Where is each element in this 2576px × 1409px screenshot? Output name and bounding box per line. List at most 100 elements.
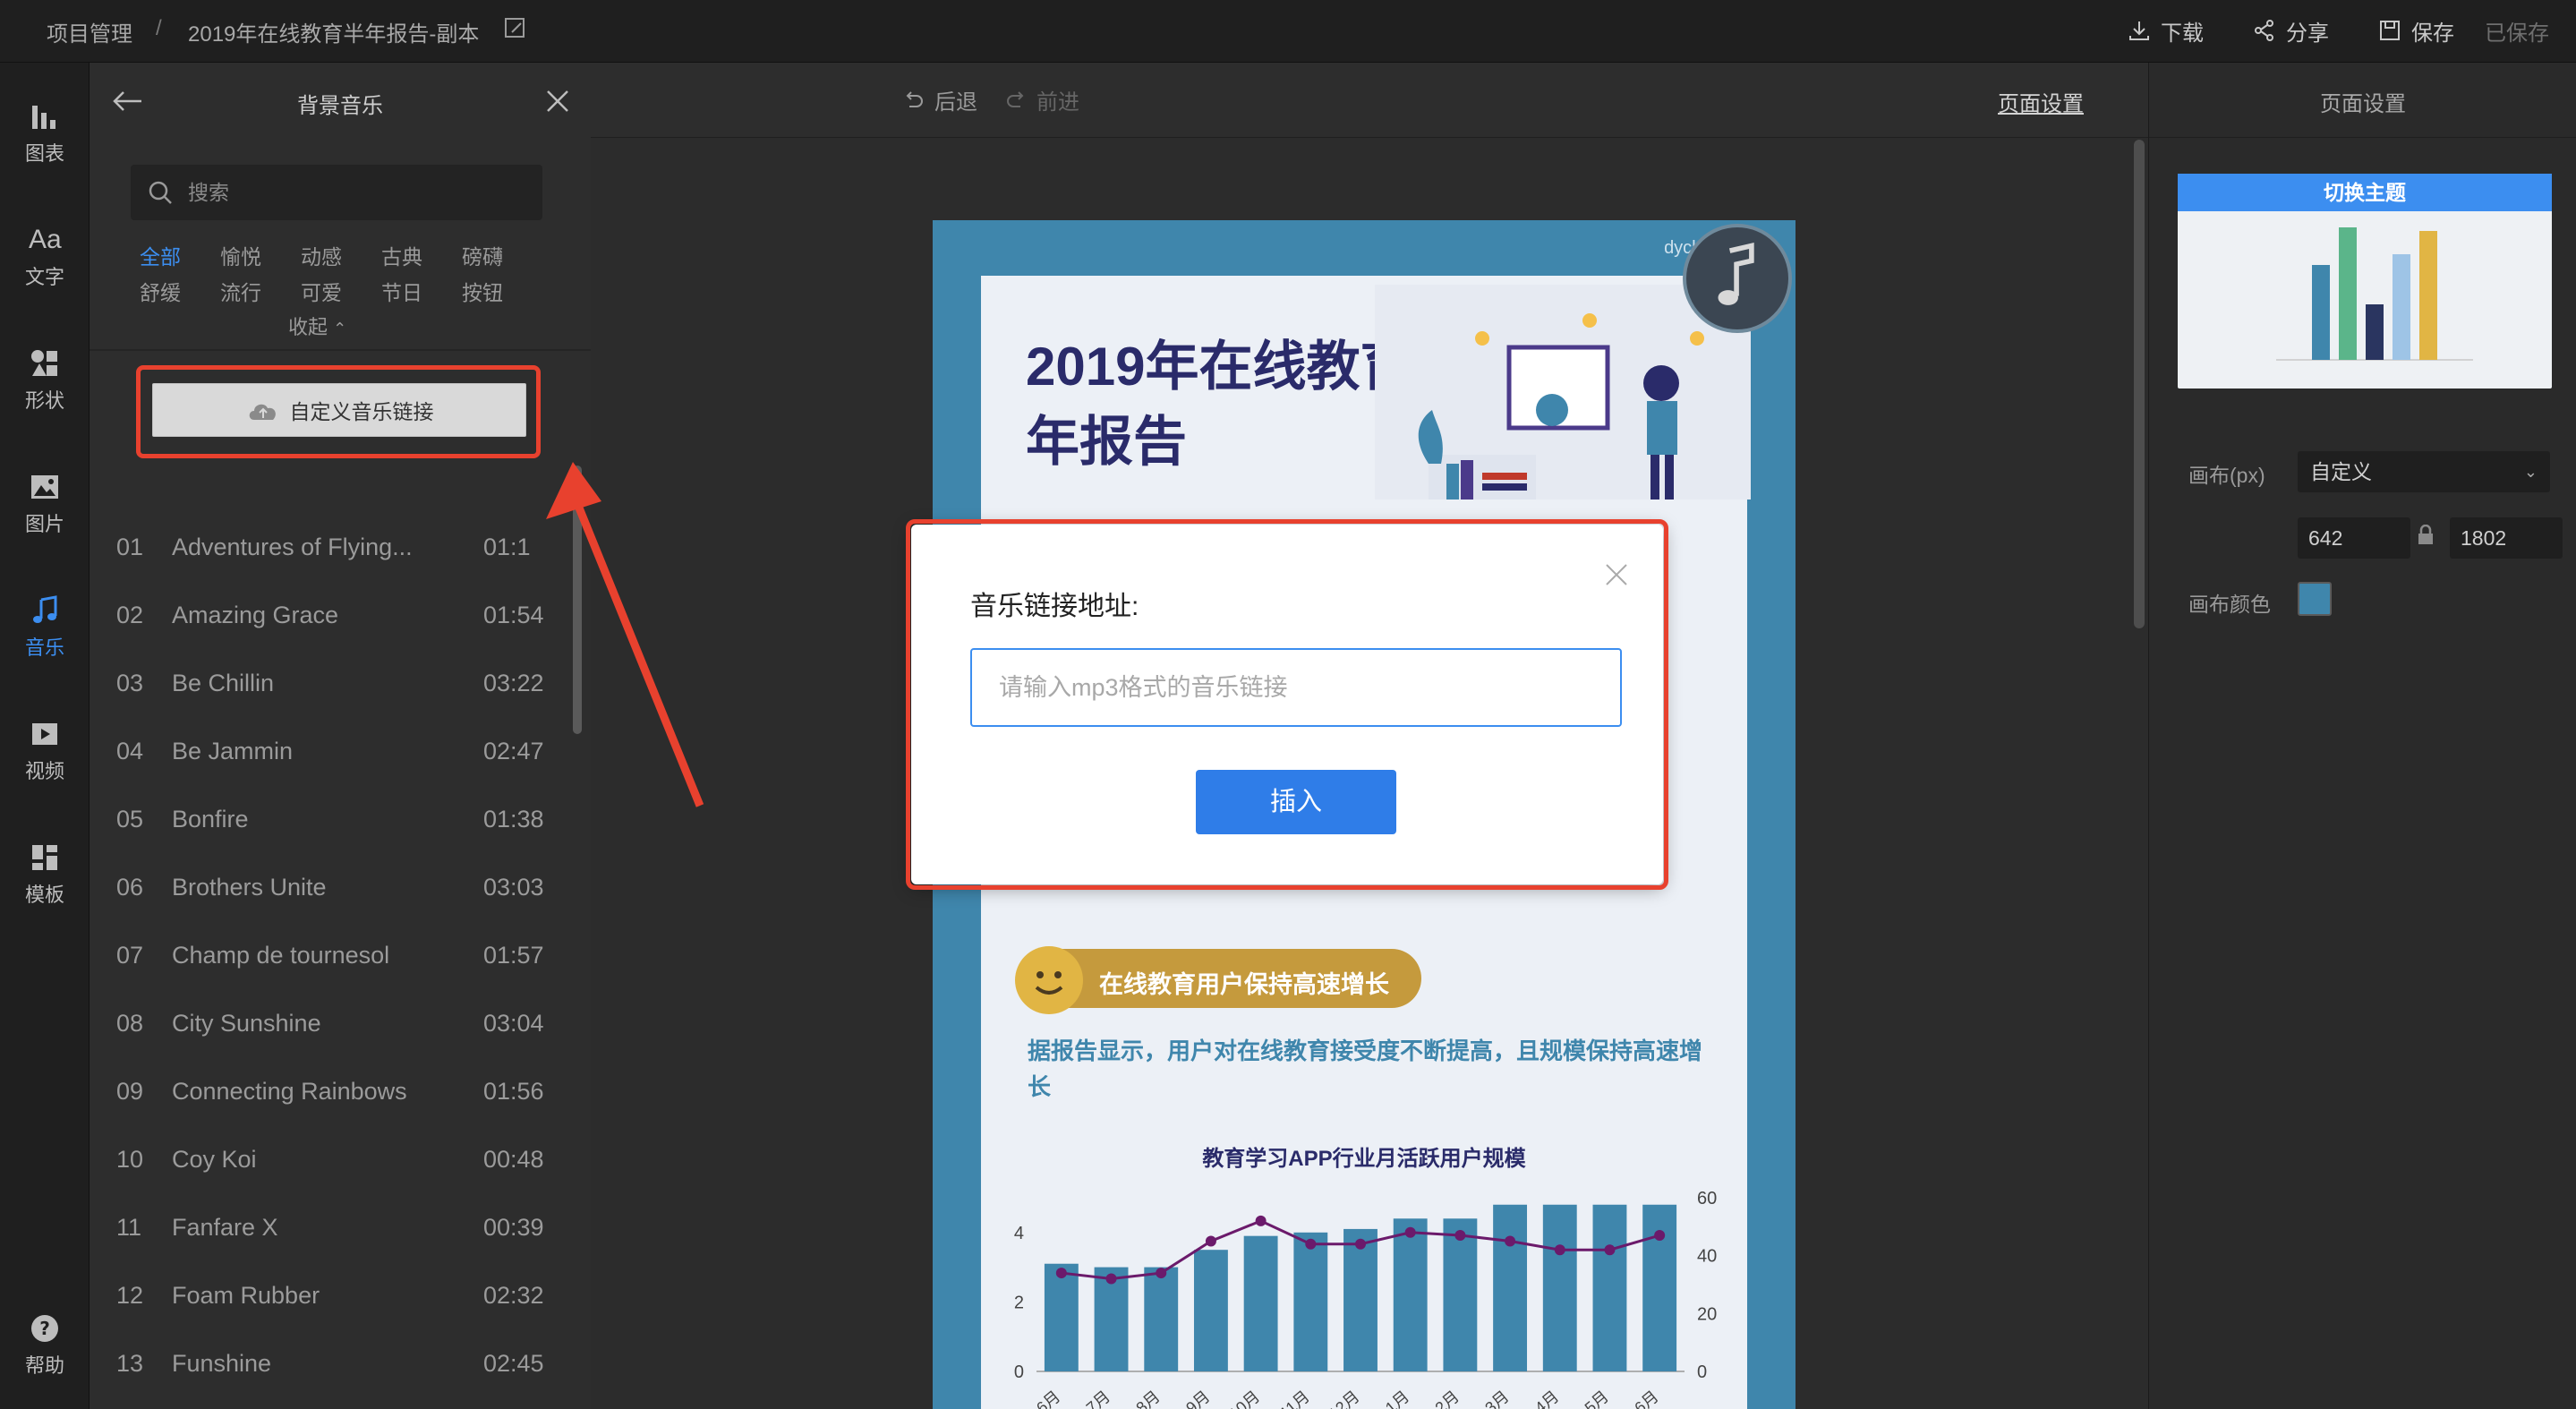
canvas-height-input[interactable]: 1802 xyxy=(2450,517,2563,559)
rail-text[interactable]: Aa 文字 xyxy=(0,224,90,322)
track-num: 13 xyxy=(116,1350,144,1377)
shapes-icon xyxy=(31,350,57,376)
collapse-toggle[interactable]: 收起 ⌃ xyxy=(288,312,346,340)
track-row[interactable]: 02 Amazing Grace 01:54 xyxy=(90,582,591,650)
chart-point xyxy=(1105,1273,1117,1285)
x-tick-label: 4月 xyxy=(1531,1388,1562,1409)
category-classical[interactable]: 古典 xyxy=(381,240,422,270)
track-name: City Sunshine xyxy=(172,1010,321,1037)
x-tick-label: 6月 xyxy=(1631,1388,1661,1409)
undo-button[interactable]: 后退 xyxy=(902,84,977,115)
canvas-scrollbar[interactable] xyxy=(2134,140,2145,628)
music-disc-icon[interactable] xyxy=(1683,224,1792,333)
x-tick-label: 8月 xyxy=(1132,1388,1163,1409)
category-button[interactable]: 按钮 xyxy=(462,276,503,306)
track-name: Be Jammin xyxy=(172,738,294,764)
lock-icon[interactable] xyxy=(2416,525,2435,546)
rail-music[interactable]: 音乐 xyxy=(0,594,90,693)
track-num: 07 xyxy=(116,942,144,969)
share-button[interactable]: 分享 xyxy=(2252,14,2329,47)
edit-icon[interactable] xyxy=(503,16,528,41)
category-joyful[interactable]: 愉悦 xyxy=(220,240,261,270)
panel-scrollbar[interactable] xyxy=(573,465,582,734)
chevron-up-icon: ⌃ xyxy=(333,320,347,337)
rail-image[interactable]: 图片 xyxy=(0,471,90,569)
top-bar: 项目管理 / 2019年在线教育半年报告-副本 下载 分享 保存 已保存 xyxy=(0,0,2576,63)
download-button[interactable]: 下载 xyxy=(2127,14,2204,47)
rail-chart-label: 图表 xyxy=(24,142,64,165)
y-right-tick-label: 20 xyxy=(1697,1304,1717,1324)
breadcrumb-root[interactable]: 项目管理 xyxy=(47,16,132,47)
track-row[interactable]: 11 Fanfare X 00:39 xyxy=(90,1194,591,1262)
canvas-color-swatch[interactable] xyxy=(2298,582,2332,616)
saved-label: 已保存 xyxy=(2485,21,2549,46)
close-icon[interactable] xyxy=(544,88,571,115)
smiley-icon xyxy=(1015,946,1083,1014)
chart-bar xyxy=(1144,1267,1179,1371)
chart-bar xyxy=(1493,1204,1528,1371)
track-dur: 01:57 xyxy=(483,942,544,969)
rail-template[interactable]: 模板 xyxy=(0,841,90,940)
page-settings-link[interactable]: 页面设置 xyxy=(1998,86,2084,117)
track-row[interactable]: 08 City Sunshine 03:04 xyxy=(90,990,591,1058)
track-row[interactable]: 13 Funshine 02:45 xyxy=(90,1330,591,1398)
category-pop[interactable]: 流行 xyxy=(220,276,261,306)
canvas-width-input[interactable]: 642 xyxy=(2298,517,2410,559)
search-box xyxy=(131,165,542,220)
track-row[interactable]: 05 Bonfire 01:38 xyxy=(90,786,591,854)
redo-label: 前进 xyxy=(1036,90,1079,115)
track-dur: 01:1 xyxy=(483,534,531,560)
category-majestic[interactable]: 磅礴 xyxy=(462,240,503,270)
chart-point xyxy=(1255,1215,1267,1226)
chart-point xyxy=(1404,1226,1416,1238)
theme-preview-chart xyxy=(2276,227,2473,361)
track-num: 03 xyxy=(116,670,144,696)
chart-title[interactable]: 教育学习APP行业月活跃用户规模 xyxy=(981,1140,1747,1172)
category-soothing[interactable]: 舒缓 xyxy=(140,276,181,306)
svg-text:?: ? xyxy=(39,1318,50,1339)
track-row[interactable]: 10 Coy Koi 00:48 xyxy=(90,1126,591,1194)
track-row[interactable]: 12 Foam Rubber 02:32 xyxy=(90,1262,591,1330)
track-row[interactable]: 01 Adventures of Flying... 01:1 xyxy=(90,514,591,582)
poster-paragraph[interactable]: 据报告显示，用户对在线教育接受度不断提高，且规模保持高速增长 xyxy=(1028,1033,1717,1105)
track-dur: 02:32 xyxy=(483,1282,544,1309)
mau-chart[interactable]: 02402040606月 7月 8月 9月 10月 11月 12月 1月 2月 3月 4月 5月 6月 xyxy=(981,1180,1747,1409)
category-holiday[interactable]: 节日 xyxy=(381,276,422,306)
canvas-size-select[interactable]: 自定义 ⌄ xyxy=(2298,451,2550,492)
track-name: Adventures of Flying... xyxy=(172,534,413,560)
track-row[interactable]: 03 Be Chillin 03:22 xyxy=(90,650,591,718)
rail-video[interactable]: 视频 xyxy=(0,718,90,816)
redo-icon xyxy=(1007,90,1024,107)
canvas-toolbar: 后退 前进 页面设置 xyxy=(591,63,2148,138)
y-right-tick-label: 40 xyxy=(1697,1247,1717,1267)
theme-card[interactable]: 切换主题 xyxy=(2178,174,2552,389)
left-toolbar: 图表 Aa 文字 形状 图片 音乐 视频 模板 ? 帮助 xyxy=(0,63,90,1409)
chevron-down-icon: ⌄ xyxy=(2523,463,2538,481)
chart-bar xyxy=(1044,1263,1079,1371)
track-row[interactable]: 14Gothamlicious00:48 xyxy=(90,1398,591,1409)
rail-chart[interactable]: 图表 xyxy=(0,100,90,199)
track-dur: 00:48 xyxy=(483,1146,544,1173)
save-button[interactable]: 保存 xyxy=(2377,14,2454,47)
redo-button[interactable]: 前进 xyxy=(1004,84,1079,115)
category-dynamic[interactable]: 动感 xyxy=(301,240,342,270)
y-left-tick-label: 4 xyxy=(1014,1224,1024,1243)
track-dur: 02:47 xyxy=(483,738,544,764)
track-row[interactable]: 04 Be Jammin 02:47 xyxy=(90,718,591,786)
track-name: Fanfare X xyxy=(172,1214,278,1241)
download-icon xyxy=(2129,21,2149,40)
category-all[interactable]: 全部 xyxy=(140,240,181,270)
track-num: 10 xyxy=(116,1146,144,1173)
track-row[interactable]: 09 Connecting Rainbows 01:56 xyxy=(90,1058,591,1126)
track-num: 02 xyxy=(116,602,144,628)
search-input[interactable] xyxy=(188,165,528,220)
x-tick-label: 5月 xyxy=(1582,1388,1612,1409)
track-row[interactable]: 07 Champ de tournesol 01:57 xyxy=(90,922,591,990)
track-name: Amazing Grace xyxy=(172,602,339,628)
chart-bar xyxy=(1343,1228,1378,1371)
rail-help[interactable]: ? 帮助 xyxy=(0,1312,90,1409)
category-cute[interactable]: 可爱 xyxy=(301,276,342,306)
track-row[interactable]: 06 Brothers Unite 03:03 xyxy=(90,854,591,922)
section-heading[interactable]: 在线教育用户保持高速增长 xyxy=(1015,946,1421,1014)
rail-shape[interactable]: 形状 xyxy=(0,347,90,446)
